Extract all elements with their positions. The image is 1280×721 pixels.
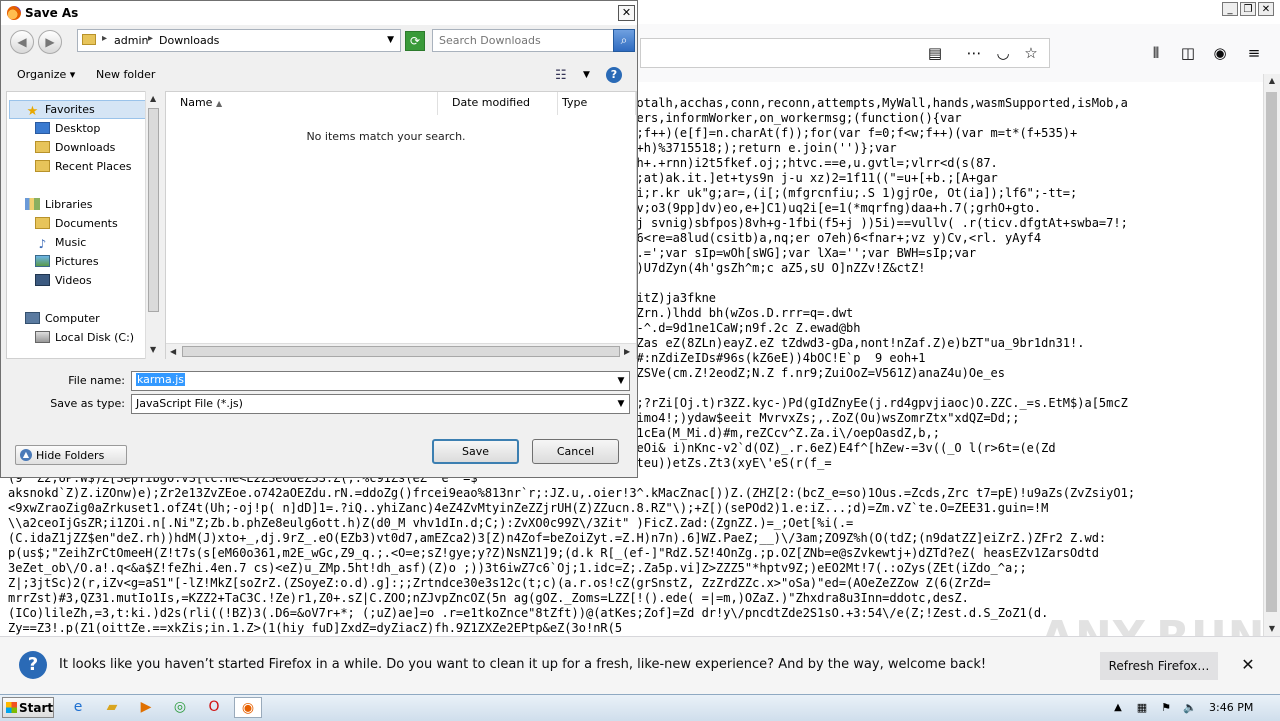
question-icon: ? (19, 651, 47, 679)
sidebar-item-local-disk[interactable]: Local Disk (C:) (35, 331, 134, 344)
minimize-button[interactable]: _ (1222, 2, 1238, 16)
column-date-modified[interactable]: Date modified (438, 92, 558, 115)
close-icon[interactable]: ✕ (1238, 655, 1258, 675)
column-name[interactable]: Name ▲ (166, 92, 438, 115)
chevron-down-icon[interactable]: ▼ (387, 35, 394, 45)
recent-places-icon (35, 160, 50, 172)
help-icon[interactable]: ? (606, 67, 622, 83)
sidebar-item-desktop[interactable]: Desktop (35, 122, 100, 135)
content-scrollbar[interactable]: ▲ ▼ (1263, 74, 1280, 636)
windows-logo-icon (6, 702, 17, 713)
back-arrow-icon[interactable]: ◀ (10, 30, 34, 54)
sidebar-item-recent[interactable]: Recent Places (35, 160, 132, 173)
sidebar-item-pictures[interactable]: Pictures (35, 255, 99, 268)
scrollbar-thumb[interactable] (148, 108, 159, 312)
volume-icon[interactable]: 🔈 (1176, 697, 1204, 718)
url-bar[interactable]: ▤ ⋯ ◡ ☆ (640, 38, 1050, 68)
sidebar-item-libraries[interactable]: Libraries (25, 198, 93, 211)
save-button[interactable]: Save (432, 439, 519, 464)
chrome-icon[interactable]: ◎ (166, 697, 194, 718)
libraries-icon (25, 198, 40, 210)
file-list-scrollbar[interactable]: ◀ ▶ (166, 343, 636, 360)
file-name-label: File name: (68, 374, 125, 387)
hide-folders-button[interactable]: ▲ Hide Folders (15, 445, 127, 465)
sidebar-item-downloads[interactable]: Downloads (35, 141, 115, 154)
breadcrumb-admin[interactable]: admin (114, 34, 148, 47)
file-name-value: karma.js (136, 373, 185, 386)
scrollbar-thumb[interactable] (182, 346, 620, 357)
account-icon[interactable]: ◉ (1210, 43, 1230, 63)
notification-bar: ? It looks like you haven’t started Fire… (0, 636, 1280, 695)
navigation-pane: ★ Favorites Desktop Downloads Recent Plac… (6, 91, 161, 359)
ie-icon[interactable]: e (64, 697, 92, 718)
notification-text: It looks like you haven’t started Firefo… (59, 657, 987, 672)
star-icon: ★ (26, 104, 39, 119)
organize-button[interactable]: Organize ▾ (17, 68, 75, 81)
menu-icon[interactable]: ≡ (1244, 43, 1264, 63)
chevron-down-icon[interactable]: ▼ (613, 372, 629, 390)
pictures-icon (35, 255, 50, 267)
save-type-label: Save as type: (50, 397, 125, 410)
empty-message: No items match your search. (306, 130, 466, 143)
chevron-down-icon[interactable]: ▼ (583, 70, 590, 80)
sidebar-item-favorites[interactable]: ★ Favorites (25, 103, 95, 118)
save-as-dialog: Save As ✕ ◀ ▶ ▸ admin ▸ Downloads ▼ ⟳ ⌕ … (0, 0, 638, 478)
sidebar-item-computer[interactable]: Computer (25, 312, 100, 325)
pocket-icon[interactable]: ◡ (993, 43, 1013, 63)
opera-icon[interactable]: O (200, 697, 228, 718)
bookmark-star-icon[interactable]: ☆ (1021, 43, 1041, 63)
dialog-close-button[interactable]: ✕ (618, 5, 635, 21)
dialog-titlebar[interactable]: Save As ✕ (1, 1, 637, 25)
explorer-icon[interactable]: ▰ (98, 697, 126, 718)
view-options-icon[interactable]: ☷ (555, 68, 567, 83)
page-actions-icon[interactable]: ⋯ (964, 43, 984, 63)
window-close-button[interactable]: ✕ (1258, 2, 1274, 16)
search-icon[interactable]: ⌕ (613, 29, 635, 52)
sidebar-icon[interactable]: ◫ (1178, 43, 1198, 63)
save-type-select[interactable]: JavaScript File (*.js) (131, 394, 630, 414)
dialog-title: Save As (25, 6, 79, 20)
sidebar-item-videos[interactable]: Videos (35, 274, 92, 287)
column-type[interactable]: Type (558, 92, 636, 115)
videos-icon (35, 274, 50, 286)
new-folder-button[interactable]: New folder (96, 68, 155, 81)
folder-icon (82, 34, 96, 45)
firefox-icon (7, 6, 21, 20)
breadcrumb-downloads[interactable]: Downloads (159, 34, 219, 47)
firefox-taskbar-icon[interactable]: ◉ (234, 697, 262, 718)
refresh-icon[interactable]: ⟳ (405, 31, 425, 51)
cancel-button[interactable]: Cancel (532, 439, 619, 464)
maximize-button[interactable]: ❐ (1240, 2, 1256, 16)
taskbar: Start e ▰ ▶ ◎ O ◉ ▲ ▦ ⚑ 🔈 3:46 PM (0, 694, 1280, 721)
downloads-folder-icon (35, 141, 50, 153)
scrollbar-thumb[interactable] (1266, 92, 1277, 612)
navigation-scrollbar[interactable]: ▲ ▼ (145, 91, 161, 359)
navigation-row: ◀ ▶ ▸ admin ▸ Downloads ▼ ⟳ ⌕ (1, 25, 637, 59)
file-list: Name ▲ Date modified Type No items match… (165, 91, 637, 360)
search-input[interactable] (432, 29, 614, 52)
clock[interactable]: 3:46 PM (1209, 701, 1253, 714)
media-player-icon[interactable]: ▶ (132, 697, 160, 718)
refresh-firefox-button[interactable]: Refresh Firefox… (1100, 652, 1218, 680)
sidebar-item-documents[interactable]: Documents (35, 217, 118, 230)
dialog-toolbar: Organize ▾ New folder ☷ ▼ ? (1, 61, 637, 89)
file-name-input[interactable]: karma.js (131, 371, 630, 391)
chevron-up-icon: ▲ (20, 449, 32, 461)
library-icon[interactable]: ⫴ (1146, 43, 1166, 63)
desktop-icon (35, 122, 50, 134)
disk-icon (35, 331, 50, 343)
forward-arrow-icon[interactable]: ▶ (38, 30, 62, 54)
start-button[interactable]: Start (2, 697, 54, 718)
reader-view-icon[interactable]: ▤ (925, 43, 945, 63)
chevron-down-icon[interactable]: ▼ (613, 395, 629, 413)
music-icon: ♪ (38, 237, 47, 251)
sidebar-item-music[interactable]: ♪ Music (35, 236, 87, 251)
computer-icon (25, 312, 40, 324)
address-bar[interactable]: ▸ admin ▸ Downloads ▼ (77, 29, 401, 52)
documents-icon (35, 217, 50, 229)
